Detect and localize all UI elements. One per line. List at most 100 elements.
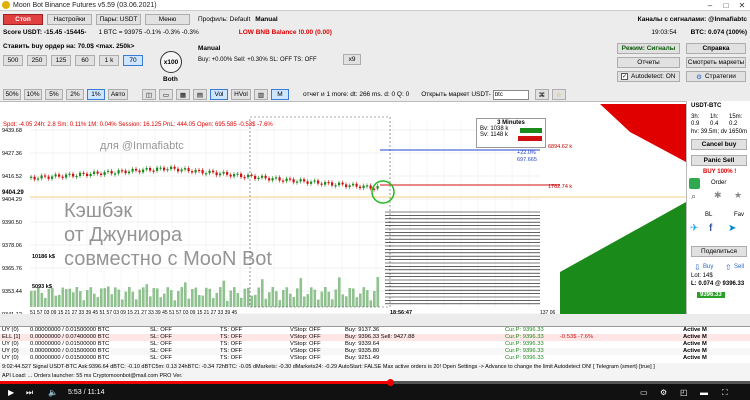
sell-volume-bar bbox=[518, 136, 542, 141]
chart-tool-icon[interactable]: ▭ bbox=[159, 89, 173, 100]
twitter-icon[interactable]: ✈ bbox=[690, 223, 698, 234]
order-cell-id: UY (0) bbox=[2, 348, 19, 354]
pct-button[interactable]: 10% bbox=[24, 89, 42, 100]
volume-bar bbox=[51, 287, 54, 307]
order-cell-vs: VStop: OFF bbox=[290, 334, 321, 340]
candle-body bbox=[292, 179, 295, 183]
order-cell-ts: TS: OFF bbox=[220, 341, 243, 347]
candle-body bbox=[282, 180, 285, 182]
hvol-button[interactable]: HVol bbox=[231, 89, 251, 100]
candle-body bbox=[362, 185, 365, 189]
stop-button[interactable]: Стоп bbox=[3, 13, 43, 25]
price-chart[interactable]: 9439.68 9427.36 9416.52 9404.29 9390.50 9378.… bbox=[0, 101, 686, 314]
reports-button[interactable]: Отчеты bbox=[617, 57, 680, 68]
amount-button[interactable]: 250 bbox=[27, 54, 47, 66]
fullscreen-icon[interactable]: ⛶ bbox=[722, 388, 728, 398]
watermark-line: от Джуниора bbox=[64, 224, 183, 246]
grid-tool-icon[interactable]: ▥ bbox=[254, 89, 268, 100]
sell-icon[interactable]: ⇧ bbox=[725, 263, 732, 272]
volume-bar bbox=[145, 284, 149, 307]
amount-button-selected[interactable]: 70 bbox=[123, 54, 143, 66]
next-icon[interactable]: ⏭ bbox=[26, 388, 33, 398]
candle-body bbox=[177, 168, 180, 172]
volume-bar bbox=[306, 294, 310, 307]
settings-button[interactable]: Настройки bbox=[47, 13, 92, 25]
amount-button[interactable]: 500 bbox=[3, 54, 23, 66]
amount-button[interactable]: 125 bbox=[51, 54, 71, 66]
open-market-icon[interactable]: ⌘ bbox=[534, 89, 549, 100]
video-scrubber[interactable] bbox=[387, 379, 394, 386]
volume-bar bbox=[191, 289, 194, 307]
low-bnb-warning: LOW BNB Balance !0.00 (0.00) bbox=[238, 29, 332, 36]
subtitles-icon[interactable]: ▭ bbox=[640, 388, 648, 397]
m-button[interactable]: M bbox=[271, 89, 289, 100]
panic-sell-button[interactable]: Panic Sell bbox=[691, 155, 747, 166]
profile-label: Профиль: Default bbox=[198, 15, 251, 23]
x9-button[interactable]: x9 bbox=[343, 54, 361, 65]
order-row[interactable]: UY (0) 0.00000000 / 0.01500000 BTC SL: OFF… bbox=[0, 348, 750, 355]
search-icon[interactable]: ⌕ bbox=[691, 191, 696, 202]
star-icon[interactable]: ☆ bbox=[551, 89, 566, 100]
miniplayer-icon[interactable]: ◰ bbox=[680, 388, 688, 397]
volume-bar bbox=[376, 277, 380, 307]
leverage-button[interactable]: x100 bbox=[160, 51, 182, 73]
candle-body bbox=[44, 175, 47, 177]
chart-info-line: Spot: -4.05 24h: 2.8 Sm: 0.11% 1M: 0.04%… bbox=[3, 122, 273, 128]
theater-icon[interactable]: ▬ bbox=[700, 388, 708, 397]
chart-tool-icon[interactable]: ▤ bbox=[193, 89, 207, 100]
chart-tool-icon[interactable]: ▦ bbox=[176, 89, 190, 100]
amount-button[interactable]: 60 bbox=[75, 54, 95, 66]
strategies-button[interactable]: ⚙ Стратегии bbox=[686, 71, 746, 82]
pct-button-auto[interactable]: Авто bbox=[108, 89, 128, 100]
chart-tool-icon[interactable]: ◫ bbox=[142, 89, 156, 100]
status-bar: 9:02:44.527 Signal USDT-BTC Ask:9396.64 … bbox=[0, 363, 750, 372]
telegram-icon[interactable]: ➤ bbox=[728, 223, 736, 234]
ask-wall bbox=[600, 104, 686, 162]
pairs-button[interactable]: Пары: USDT bbox=[96, 13, 141, 25]
volume-bar bbox=[100, 288, 103, 307]
settings-icon[interactable]: ⚙ bbox=[660, 388, 667, 397]
maximize-icon[interactable]: □ bbox=[718, 1, 734, 10]
candle-body bbox=[61, 176, 64, 178]
volume-bar bbox=[303, 296, 306, 307]
video-progress[interactable] bbox=[0, 379, 750, 386]
pct-button-selected[interactable]: 1% bbox=[87, 89, 105, 100]
order-row[interactable]: ELL [1] 0.00000000 / 0.07400000 BTC SL: OF… bbox=[0, 334, 750, 341]
menu-button[interactable]: Меню bbox=[145, 13, 190, 25]
candle-body bbox=[306, 181, 309, 184]
order-row[interactable]: UY (0) 0.00000000 / 0.01500000 BTC SL: OFF… bbox=[0, 355, 750, 362]
order-cell-cur: Cur.P: 9396.33 bbox=[505, 327, 544, 333]
signals-mode-button[interactable]: Режим: Сигналы bbox=[617, 43, 680, 54]
order-row[interactable]: UY (0) 0.00000000 / 0.01500000 BTC SL: OFF… bbox=[0, 341, 750, 348]
play-icon[interactable]: ▶ bbox=[8, 388, 14, 397]
candle-body bbox=[121, 170, 124, 172]
btc-rate-label: 1 BTC = 93975 -0.1% -0.3% -0.3% bbox=[98, 29, 199, 36]
autodetect-toggle[interactable]: ✓ Autodetect: ON bbox=[617, 71, 680, 82]
minimize-icon[interactable]: – bbox=[702, 1, 718, 10]
candle-body bbox=[138, 170, 141, 173]
close-icon[interactable]: ✕ bbox=[734, 1, 750, 10]
pct-button[interactable]: 2% bbox=[66, 89, 84, 100]
pct-button[interactable]: 5% bbox=[45, 89, 63, 100]
help-button[interactable]: Справка bbox=[686, 43, 746, 54]
order-label: Order bbox=[711, 180, 727, 186]
cancel-buy-button[interactable]: Cancel buy bbox=[691, 139, 747, 150]
market-search-input[interactable] bbox=[492, 89, 529, 100]
bookmark-icon[interactable]: ✱ bbox=[714, 190, 722, 201]
candle-body bbox=[317, 180, 320, 184]
pct-button[interactable]: 50% bbox=[3, 89, 21, 100]
fav-star-icon[interactable]: ★ bbox=[734, 190, 742, 201]
facebook-icon[interactable]: f bbox=[709, 223, 712, 234]
candle-body bbox=[261, 175, 264, 178]
volume-bar bbox=[296, 288, 299, 307]
share-button[interactable]: Поделиться bbox=[691, 246, 747, 257]
order-cell-cur: Cur.P: 9396.33 bbox=[505, 348, 544, 354]
order-row[interactable]: UY (0) 0.00000000 / 0.01500000 BTC SL: OFF… bbox=[0, 327, 750, 334]
volume-icon[interactable]: 🔈 bbox=[48, 388, 58, 397]
candle-body bbox=[275, 177, 278, 179]
buy-icon[interactable]: ⇩ bbox=[694, 263, 701, 272]
volume-bar bbox=[327, 291, 331, 307]
watch-markets-button[interactable]: Смотреть маркеты bbox=[686, 57, 746, 68]
vol-button[interactable]: Vol bbox=[210, 89, 228, 100]
amount-button[interactable]: 1 k bbox=[99, 54, 119, 66]
